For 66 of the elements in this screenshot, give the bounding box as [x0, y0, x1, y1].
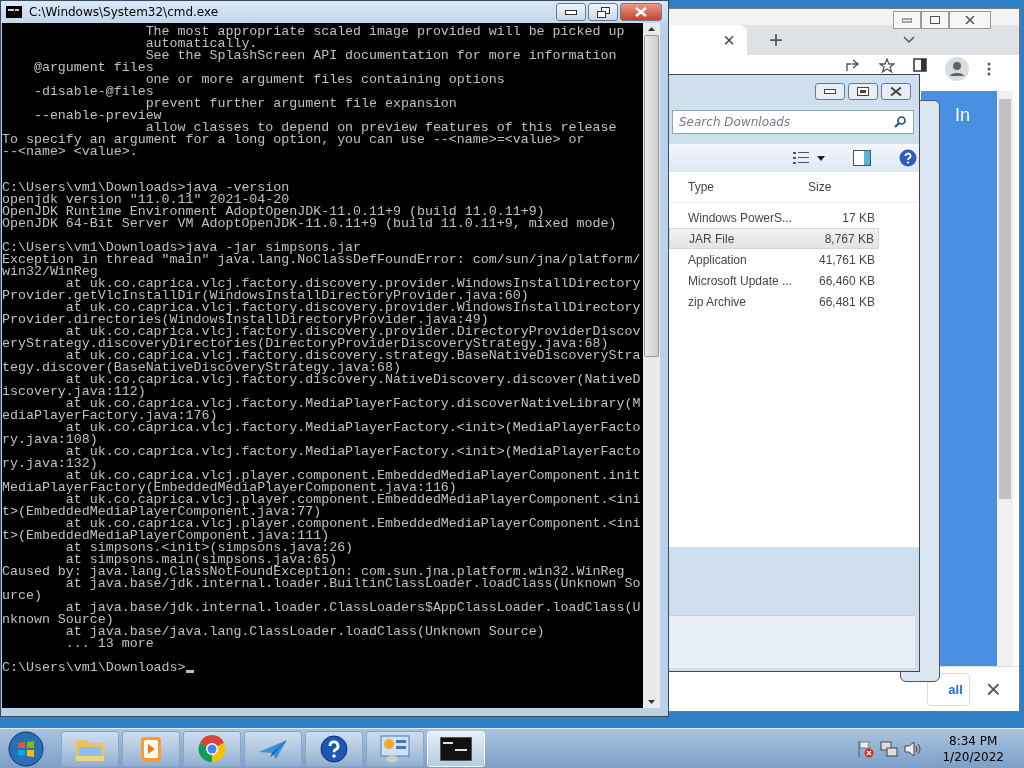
console-line: prevent further argument file expansion	[145, 98, 457, 110]
browser-tab[interactable]: ×	[669, 25, 747, 55]
console-line: openjdk version "11.0.11" 2021-04-20	[2, 194, 290, 206]
console-line: t>(EmbeddedMediaPlayerComponent.java:77)	[2, 506, 322, 518]
console-line: urce)	[2, 590, 42, 602]
console-line: at uk.co.caprica.vlcj.factory.discovery.strategy.BaseNativeDiscoveryStra	[65, 350, 641, 362]
search-field[interactable]: Search Downloads	[672, 110, 914, 134]
console-line: nknown Source)	[2, 614, 114, 626]
console-line: at uk.co.caprica.vlcj.factory.MediaPlayerFactory.<init>(MediaPlayerFacto	[65, 422, 641, 434]
console-line: Provider.getVlcInstallDir(WindowsInstallDirectoryProvider.java:60)	[2, 290, 529, 302]
close-tab-button[interactable]: ×	[723, 30, 735, 50]
console-line: at uk.co.caprica.vlcj.factory.discovery.provider.WindowsInstallDirectory	[65, 278, 641, 290]
console-line: --enable-preview	[32, 110, 162, 122]
console-line: at simpsons.main(simpsons.java:65)	[65, 554, 338, 566]
console-line: C:\Users\vm1\Downloads>java -version	[2, 182, 290, 194]
console-line: at uk.co.caprica.vlcj.factory.discovery.NativeDiscovery.discover(NativeD	[65, 374, 641, 386]
console-line: at simpsons.<init>(simpsons.java:26)	[65, 542, 354, 554]
console-line: at uk.co.caprica.vlcj.factory.discovery.provider.WindowsInstallDirectory	[65, 302, 641, 314]
console-line: at uk.co.caprica.vlcj.player.component.EmbeddedMediaPlayerComponent.<ini	[65, 518, 641, 530]
clock-time[interactable]: 8:34 PM	[949, 732, 998, 749]
console-line: eryStrategy.discoveryDirectories(DirectoryProviderDiscoveryStrategy.java:68)	[2, 338, 609, 350]
file-row[interactable]: Microsoft Update ... 66,460 KB	[669, 270, 879, 291]
console-line: To specify an argument for a long option, you can use --<name>=<value> or	[2, 134, 585, 146]
console-line: See the SplashScreen API documentation for more information	[145, 50, 617, 62]
file-row[interactable]: zip Archive 66,481 KB	[669, 291, 879, 312]
page-heading: In	[955, 105, 970, 125]
console-line: OpenJDK Runtime Environment AdoptOpenJDK-11.0.11+9 (build 11.0.11+9)	[2, 206, 545, 218]
file-row[interactable]: JAR File 8,767 KB	[669, 228, 879, 249]
console-line: -disable-@files	[32, 86, 154, 98]
console-line: at uk.co.caprica.vlcj.factory.MediaPlayerFactory.<init>(MediaPlayerFacto	[65, 446, 641, 458]
window-title: C:\Windows\System32\cmd.exe	[29, 5, 219, 19]
console-line: Caused by: java.lang.ClassNotFoundException: com.sun.jna.platform.win32.WinReg	[2, 566, 625, 578]
console-line: ediaPlayerFactory.java:176)	[2, 410, 218, 422]
console-line: Exception in thread "main" java.lang.NoClassDefFoundError: com/sun/jna/platform/	[2, 254, 641, 266]
clock-date[interactable]: 1/20/2022	[942, 748, 1004, 765]
console-line: automatically.	[144, 38, 258, 50]
console-line: one or more argument files containing options	[145, 74, 505, 86]
console-line: at uk.co.caprica.vlcj.factory.discovery.provider.DirectoryProviderDiscov	[65, 326, 641, 338]
column-header[interactable]: Size	[808, 180, 832, 194]
console-line: at uk.co.caprica.vlcj.player.component.EmbeddedMediaPlayerComponent.init	[65, 470, 641, 482]
console-line: --<name> <value>.	[2, 146, 138, 158]
column-header[interactable]: Type	[688, 180, 808, 194]
console-line: MediaPlayerFactory(EmbeddedMediaPlayerComponent.java:116)	[2, 482, 457, 494]
file-row[interactable]: Windows PowerS... 17 KB	[669, 207, 879, 228]
console-line: t>(EmbeddedMediaPlayerComponent.java:111)	[2, 530, 330, 542]
console-line: @argument files	[32, 62, 154, 74]
console-line: allow classes to depend on preview features of this release	[145, 122, 617, 134]
console-line: iscovery.java:112)	[2, 386, 146, 398]
console-line: at uk.co.caprica.vlcj.factory.MediaPlayerFactory.discoverNativeLibrary(M	[65, 398, 641, 410]
console-line: at java.base/jdk.internal.loader.BuiltinClassLoader.loadClass(Unknown So	[65, 578, 641, 590]
console-line: tegy.discover(BaseNativeDiscoveryStrategy.java:68)	[2, 362, 401, 374]
console-line: win32/WinReg	[2, 266, 98, 278]
console-line: at java.base/jdk.internal.loader.ClassLoaders$AppClassLoader.loadClass(U	[65, 602, 641, 614]
console-line: ry.java:132)	[2, 458, 98, 470]
console-line: ... 13 more	[64, 638, 154, 650]
console-line: The most appropriate scaled image provided will be picked up	[144, 26, 625, 38]
console-line: C:\Users\vm1\Downloads>	[2, 662, 186, 674]
console-line: Provider.directories(WindowsInstallDirectoryProvider.java:49)	[2, 314, 489, 326]
close-button[interactable]: ×	[985, 673, 1001, 705]
console-line: C:\Users\vm1\Downloads>java -jar simpsons.jar	[2, 242, 362, 254]
new-tab-button[interactable]: +	[769, 28, 783, 52]
console-line: at java.base/java.lang.ClassLoader.loadClass(Unknown Source)	[65, 626, 545, 638]
console-line: OpenJDK 64-Bit Server VM AdoptOpenJDK-11.0.11+9 (build 11.0.11+9, mixed mode)	[2, 218, 617, 230]
file-row[interactable]: Application 41,761 KB	[669, 249, 879, 270]
console-line: at uk.co.caprica.vlcj.player.component.EmbeddedMediaPlayerComponent.<ini	[65, 494, 641, 506]
console-line: ry.java:108)	[2, 434, 98, 446]
